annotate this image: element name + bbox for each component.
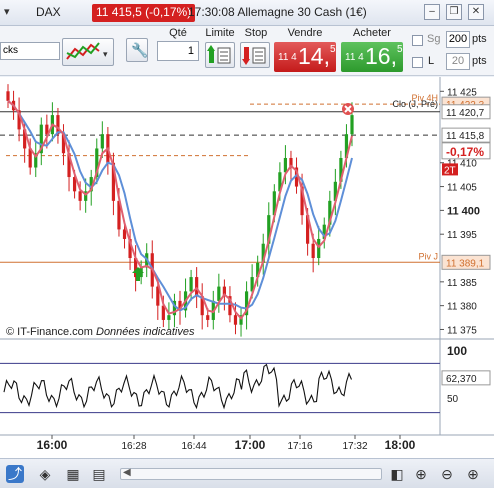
limit-order-button[interactable] — [205, 42, 235, 68]
price-badge: 11 415,5 (-0,17%) — [92, 4, 196, 22]
price-tick-label: 11 400 — [447, 205, 480, 217]
last-price-value: 11 415,8 — [446, 131, 485, 142]
sg-unit: pts — [472, 33, 487, 45]
candle-body — [206, 315, 210, 320]
sg-label: Sg — [427, 33, 441, 45]
time-tick-label: 16:28 — [121, 441, 146, 452]
price-tick-label: 11 405 — [447, 183, 477, 194]
osc-axis-mid: 50 — [447, 394, 459, 405]
candle-body — [122, 229, 127, 239]
l-unit: pts — [472, 55, 487, 67]
chart-panel[interactable]: Piv 4H Clo (J, Pré) Piv J 11 425 11 410 11 4… — [0, 77, 494, 458]
pivj-label: Piv J — [418, 251, 438, 261]
quantity-input[interactable]: 1 — [157, 41, 199, 61]
candle-body — [78, 191, 82, 201]
close-label: Clo (J, Pré) — [392, 99, 438, 109]
candle-body — [350, 115, 354, 135]
zoom-region-icon[interactable]: ◧ — [388, 465, 406, 483]
stop-order-icon — [242, 47, 266, 65]
layers-icon[interactable]: ◈ — [36, 465, 54, 483]
osc-value: 62,370 — [446, 374, 477, 385]
sell-price-big: 14, — [298, 43, 330, 69]
minimize-button[interactable]: – — [424, 4, 440, 20]
stop-order-button[interactable] — [240, 42, 270, 68]
time-tick-label: 17:16 — [287, 441, 312, 452]
buy-price-sup: 5 — [397, 44, 403, 55]
close-value: 11 420,7 — [446, 108, 485, 119]
save-chart-icon[interactable]: ▦ — [64, 465, 82, 483]
watermark-note: Données indicatives — [96, 326, 195, 338]
l-input[interactable]: 20 — [446, 53, 470, 70]
restore-button[interactable]: ❒ — [446, 4, 462, 20]
buy-button[interactable]: 11 4 16, 5 — [341, 42, 403, 72]
wrench-icon: 🔧 — [131, 42, 149, 58]
candle-body — [189, 277, 193, 292]
share-icon[interactable]: ⤴ — [6, 465, 24, 483]
time-scrollbar[interactable]: ◀ — [120, 467, 382, 480]
candle-body — [317, 238, 321, 259]
candle-body — [283, 157, 288, 173]
sg-checkbox[interactable] — [412, 35, 423, 46]
order-toolbar: cks ▾ 🔧 Qté 1 Limite Stop Vendre 11 4 14… — [0, 26, 494, 76]
close-button[interactable]: ✕ — [468, 4, 484, 20]
sell-price-sup: 5 — [330, 44, 336, 55]
window-title: 17:30:08 Allemagne 30 Cash (1€) — [188, 5, 367, 19]
watermark-text: © IT-Finance.com — [6, 326, 93, 338]
buy-label: Acheter — [353, 27, 391, 39]
title-bar: ▾ DAX 11 415,5 (-0,17%) 17:30:08 Allemag… — [0, 0, 494, 26]
zoom-fit-icon[interactable]: ⊕ — [412, 465, 430, 483]
sg-input[interactable]: 200 — [446, 31, 470, 48]
price-tick-label: 11 425 — [447, 87, 477, 98]
sell-label: Vendre — [287, 27, 323, 39]
limit-order-icon — [207, 45, 231, 64]
price-tick-label: 11 380 — [447, 302, 477, 313]
candle-body — [195, 277, 199, 297]
candle-body — [233, 315, 238, 325]
limit-label: Limite — [205, 27, 235, 39]
two-t-label: 2T — [444, 165, 456, 176]
price-tick-label: 11 375 — [447, 325, 477, 336]
time-tick-label: 16:44 — [181, 441, 206, 452]
candle-body — [311, 243, 315, 259]
price-tick-label: 11 385 — [447, 278, 477, 289]
buy-price-big: 16, — [365, 43, 397, 69]
time-tick-label: 16:00 — [37, 438, 68, 452]
chart-indicators-icon: ▾ — [66, 42, 108, 60]
stop-label: Stop — [244, 27, 268, 39]
time-tick-label: 18:00 — [385, 438, 416, 452]
oscillator-pane — [0, 340, 440, 435]
buy-price-prefix: 11 4 — [345, 52, 364, 63]
scroll-left-icon[interactable]: ◀ — [123, 467, 131, 478]
settings-button[interactable]: 🔧 — [126, 38, 148, 62]
svg-text:▾: ▾ — [103, 49, 108, 59]
qty-label: Qté — [169, 27, 187, 39]
chart-type-select[interactable]: cks — [0, 42, 60, 60]
cross-marker-icon[interactable] — [342, 103, 354, 115]
table-view-icon[interactable]: ▤ — [90, 465, 108, 483]
price-chart[interactable]: Piv 4HClo (J, Pré)Piv J 11 42511 41011 4… — [0, 77, 494, 458]
candle-body — [6, 91, 10, 101]
instrument-name[interactable]: DAX — [36, 5, 61, 19]
candle-body — [100, 134, 104, 149]
sell-button[interactable]: 11 4 14, 5 — [274, 42, 336, 72]
osc-axis-top: 100 — [447, 344, 467, 358]
time-tick-label: 17:00 — [235, 438, 266, 452]
l-label: L — [428, 55, 435, 67]
bottom-toolbar: ⤴ ◈ ▦ ▤ ◀ ◧ ⊕ ⊖ ⊕ — [0, 458, 494, 488]
zoom-in-icon[interactable]: ⊕ — [464, 465, 482, 483]
indicators-button[interactable]: ▾ — [62, 38, 114, 66]
sell-price-prefix: 11 4 — [278, 52, 297, 63]
candle-body — [167, 315, 171, 320]
window-menu-button[interactable]: ▾ — [4, 5, 10, 18]
time-tick-label: 17:32 — [342, 441, 367, 452]
zoom-out-icon[interactable]: ⊖ — [438, 465, 456, 483]
change-value: -0,17% — [446, 145, 484, 159]
pivj-value: 11 389,1 — [446, 258, 485, 269]
price-tick-label: 11 395 — [447, 230, 477, 241]
candle-body — [217, 286, 221, 301]
l-checkbox[interactable] — [412, 57, 423, 68]
